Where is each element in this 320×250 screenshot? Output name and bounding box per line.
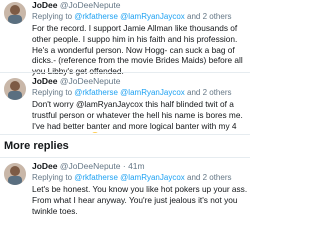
author-name[interactable]: JoDee: [32, 76, 58, 86]
replying-suffix[interactable]: and 2 others: [187, 173, 231, 182]
divider: [0, 134, 250, 135]
replying-to: Replying to @rkfatherse @lamRyanJaycox a…: [32, 172, 248, 183]
avatar[interactable]: [4, 78, 26, 100]
tweet-header: JoDee @JoDeeNepute: [32, 0, 248, 11]
replying-suffix[interactable]: and 2 others: [187, 88, 231, 97]
avatar[interactable]: [4, 2, 26, 24]
author-name[interactable]: JoDee: [32, 161, 58, 171]
author-handle[interactable]: @JoDeeNepute: [60, 0, 121, 10]
tweet[interactable]: JoDee @JoDeeNepute Replying to @rkfather…: [0, 76, 250, 141]
replying-prefix: Replying to: [32, 173, 73, 182]
replying-prefix: Replying to: [32, 12, 73, 21]
author-name[interactable]: JoDee: [32, 0, 58, 10]
avatar[interactable]: [4, 163, 26, 185]
tweet-text: Let's be honest. You know you like hot p…: [32, 184, 248, 216]
tweet[interactable]: JoDee @JoDeeNepute Replying to @rkfather…: [0, 0, 250, 76]
author-handle[interactable]: @JoDeeNepute: [60, 76, 121, 86]
more-replies-heading[interactable]: More replies: [4, 140, 69, 152]
replying-to: Replying to @rkfatherse @lamRyanJaycox a…: [32, 11, 248, 22]
replying-to: Replying to @rkfatherse @lamRyanJaycox a…: [32, 87, 248, 98]
replying-suffix[interactable]: and 2 others: [187, 12, 231, 21]
tweet-header: JoDee @JoDeeNepute: [32, 76, 248, 87]
replying-prefix: Replying to: [32, 88, 73, 97]
replying-links[interactable]: @rkfatherse @lamRyanJaycox: [74, 173, 185, 182]
replying-links[interactable]: @rkfatherse @lamRyanJaycox: [74, 12, 185, 21]
tweet-time[interactable]: · 41m: [123, 161, 145, 171]
divider: [0, 157, 250, 158]
tweet-header: JoDee @JoDeeNepute · 41m: [32, 161, 248, 172]
replying-links[interactable]: @rkfatherse @lamRyanJaycox: [74, 88, 185, 97]
author-handle[interactable]: @JoDeeNepute: [60, 161, 121, 171]
tweet[interactable]: JoDee @JoDeeNepute · 41m Replying to @rk…: [0, 161, 250, 231]
divider: [0, 72, 250, 73]
tweet-text: For the record. I support Jamie Allman l…: [32, 23, 243, 76]
